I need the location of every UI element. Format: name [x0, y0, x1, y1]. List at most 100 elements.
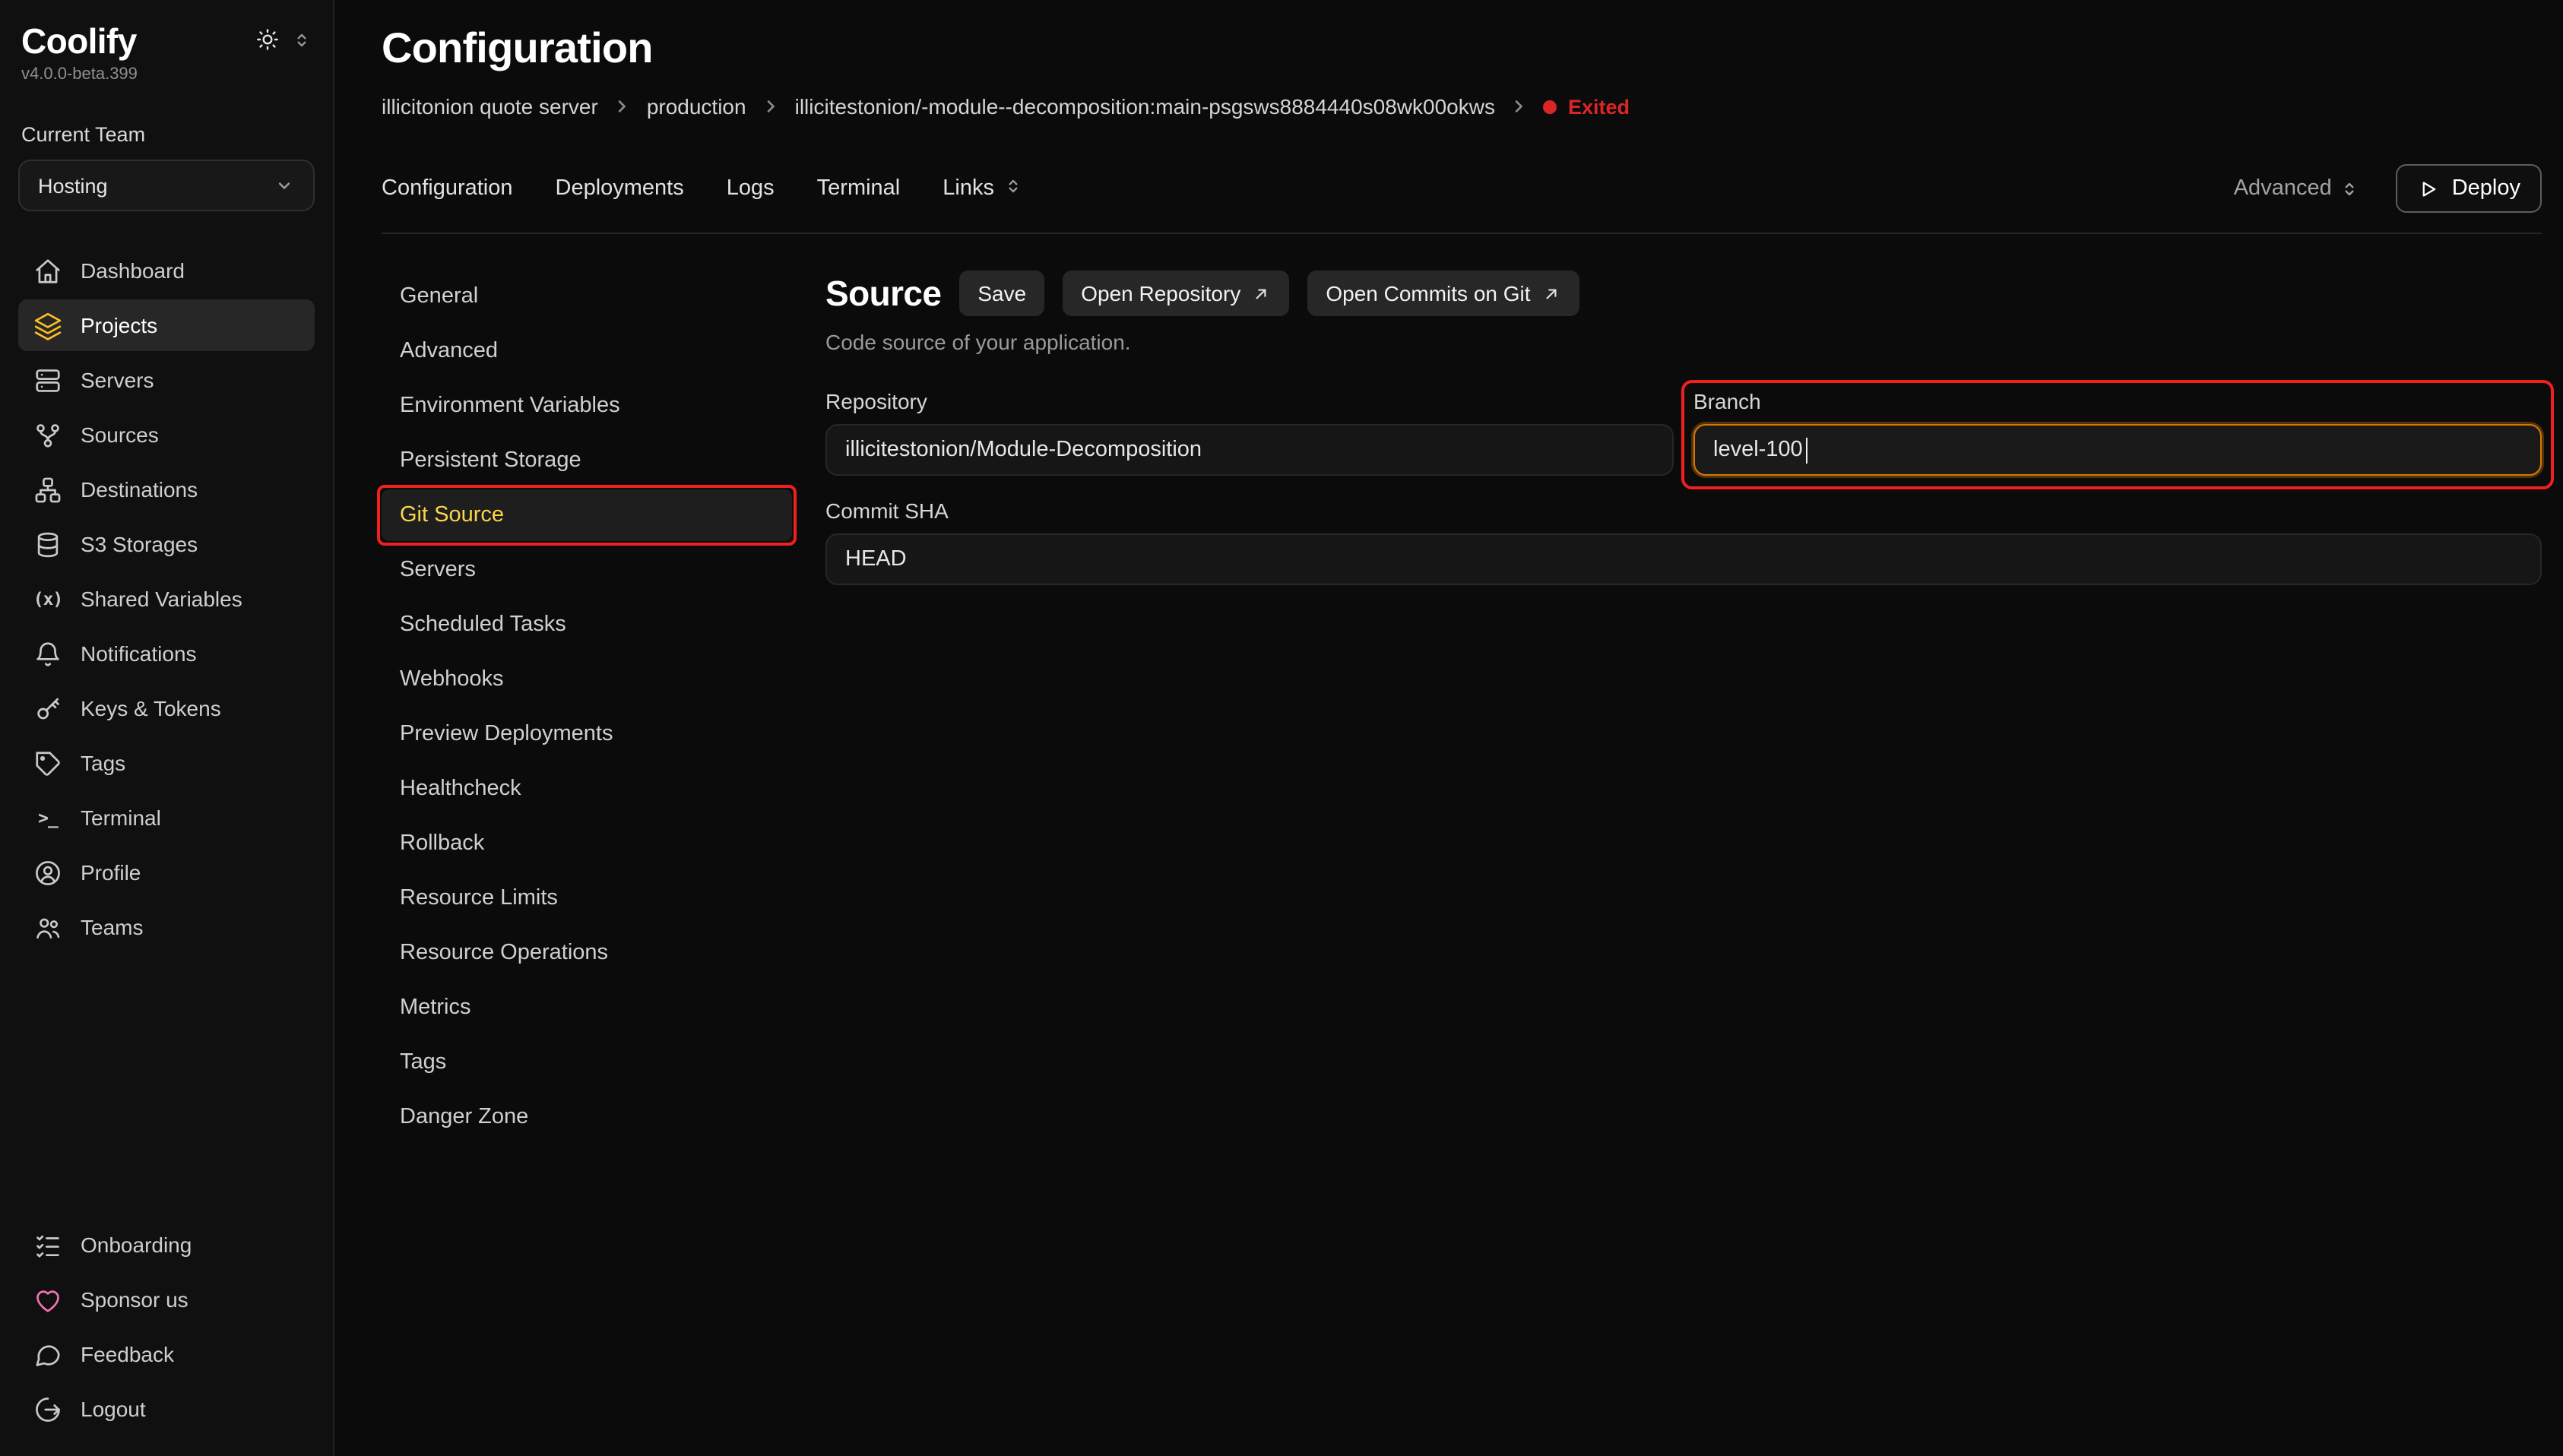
open-repository-button[interactable]: Open Repository — [1063, 271, 1289, 316]
subnav-item-general[interactable]: General — [382, 271, 792, 322]
subnav-item-tags[interactable]: Tags — [382, 1037, 792, 1088]
tabs-divider — [382, 233, 2542, 234]
subnav-item-advanced[interactable]: Advanced — [382, 325, 792, 377]
subnav-item-git-source[interactable]: Git Source — [382, 489, 792, 541]
sidebar-item-label: Terminal — [81, 806, 161, 830]
breadcrumb-environment[interactable]: production — [647, 94, 746, 119]
sidebar-item-label: Tags — [81, 751, 125, 775]
sidebar-item-label: Shared Variables — [81, 587, 242, 611]
sidebar-item-profile[interactable]: Profile — [18, 847, 315, 898]
sidebar-item-keys-tokens[interactable]: Keys & Tokens — [18, 682, 315, 734]
layers-icon — [33, 311, 62, 340]
source-form: Repository Branch level-100 Commit SHA — [825, 389, 2542, 585]
current-team-label: Current Team — [21, 123, 312, 146]
chevron-right-icon — [760, 96, 781, 117]
sidebar-item-label: Teams — [81, 915, 143, 939]
tab-links[interactable]: Links — [943, 176, 1023, 201]
subnav-item-environment-variables[interactable]: Environment Variables — [382, 380, 792, 432]
sidebar-item-label: Sponsor us — [81, 1287, 189, 1312]
team-select[interactable]: Hosting — [18, 160, 315, 211]
branch-input-value: level-100 — [1713, 438, 1803, 462]
subnav-item-resource-limits[interactable]: Resource Limits — [382, 872, 792, 924]
bell-icon — [33, 639, 62, 668]
subnav-item-servers[interactable]: Servers — [382, 544, 792, 596]
status-dot — [1544, 100, 1557, 113]
open-commits-button[interactable]: Open Commits on Git — [1307, 271, 1579, 316]
advanced-toggle[interactable]: Advanced — [2234, 176, 2359, 201]
external-link-icon — [1251, 283, 1271, 303]
branch-input[interactable]: level-100 — [1693, 424, 2542, 476]
sidebar-item-shared-variables[interactable]: (x) Shared Variables — [18, 573, 315, 625]
subnav-item-resource-operations[interactable]: Resource Operations — [382, 927, 792, 979]
sidebar-item-servers[interactable]: Servers — [18, 354, 315, 406]
team-select-value: Hosting — [38, 174, 108, 197]
sidebar-item-label: Sources — [81, 423, 159, 447]
deploy-button[interactable]: Deploy — [2396, 164, 2542, 213]
sidebar-item-label: Destinations — [81, 477, 198, 502]
external-link-icon — [1541, 283, 1561, 303]
sidebar-item-label: Profile — [81, 860, 141, 885]
commit-sha-field: Commit SHA — [825, 499, 2542, 585]
breadcrumb: illicitonion quote server production ill… — [382, 94, 2542, 119]
subnav-item-persistent-storage[interactable]: Persistent Storage — [382, 435, 792, 486]
tab-logs[interactable]: Logs — [727, 176, 775, 201]
subnav-item-rollback[interactable]: Rollback — [382, 818, 792, 869]
subnav-item-healthcheck[interactable]: Healthcheck — [382, 763, 792, 815]
subnav-item-preview-deployments[interactable]: Preview Deployments — [382, 708, 792, 760]
variables-icon: (x) — [33, 584, 62, 613]
chevrons-up-down-icon[interactable] — [292, 30, 312, 49]
sidebar-item-sponsor[interactable]: Sponsor us — [18, 1274, 315, 1325]
subnav-item-metrics[interactable]: Metrics — [382, 982, 792, 1033]
sidebar-item-dashboard[interactable]: Dashboard — [18, 245, 315, 296]
chevrons-up-down-icon — [2340, 179, 2359, 198]
sidebar-item-destinations[interactable]: Destinations — [18, 464, 315, 515]
chevron-down-icon — [274, 175, 295, 196]
sidebar-item-tags[interactable]: Tags — [18, 737, 315, 789]
sidebar-item-s3-storages[interactable]: S3 Storages — [18, 518, 315, 570]
sidebar-item-projects[interactable]: Projects — [18, 299, 315, 351]
breadcrumb-resource[interactable]: illicitestonion/-module--decomposition:m… — [795, 94, 1495, 119]
source-section: Source Save Open Repository Open Commits… — [825, 271, 2542, 1146]
app-root: Coolify v4.0.0-beta.399 Current Team Hos… — [0, 0, 2563, 1456]
sidebar-item-label: Dashboard — [81, 258, 185, 283]
sidebar-item-label: Servers — [81, 368, 154, 392]
commit-sha-label: Commit SHA — [825, 499, 2542, 523]
branch-label: Branch — [1693, 389, 2542, 413]
subnav-item-webhooks[interactable]: Webhooks — [382, 654, 792, 705]
subnav-item-danger-zone[interactable]: Danger Zone — [382, 1091, 792, 1143]
tab-terminal[interactable]: Terminal — [817, 176, 901, 201]
tab-configuration[interactable]: Configuration — [382, 176, 513, 201]
save-button[interactable]: Save — [959, 271, 1044, 316]
home-icon — [33, 256, 62, 285]
tab-deployments[interactable]: Deployments — [556, 176, 684, 201]
sidebar-item-label: Feedback — [81, 1342, 174, 1366]
theme-sun-icon[interactable] — [255, 27, 280, 52]
sidebar-item-label: Onboarding — [81, 1233, 192, 1257]
sidebar-item-label: Notifications — [81, 641, 197, 666]
sidebar-item-feedback[interactable]: Feedback — [18, 1328, 315, 1380]
sidebar: Coolify v4.0.0-beta.399 Current Team Hos… — [0, 0, 334, 1456]
git-icon — [33, 420, 62, 449]
sidebar-item-notifications[interactable]: Notifications — [18, 628, 315, 679]
chevron-right-icon — [1509, 96, 1530, 117]
play-icon — [2417, 177, 2440, 200]
section-title: Source — [825, 273, 941, 314]
sidebar-item-sources[interactable]: Sources — [18, 409, 315, 461]
sidebar-item-logout[interactable]: Logout — [18, 1383, 315, 1435]
commit-sha-input[interactable] — [825, 533, 2542, 585]
checklist-icon — [33, 1230, 62, 1259]
subnav-item-scheduled-tasks[interactable]: Scheduled Tasks — [382, 599, 792, 650]
sidebar-item-terminal[interactable]: >_ Terminal — [18, 792, 315, 844]
breadcrumb-project[interactable]: illicitonion quote server — [382, 94, 598, 119]
sidebar-item-teams[interactable]: Teams — [18, 901, 315, 953]
heart-icon — [33, 1285, 62, 1314]
chat-icon — [33, 1340, 62, 1369]
sidebar-item-label: Projects — [81, 313, 157, 337]
config-subnav: General Advanced Environment Variables P… — [382, 271, 792, 1146]
repository-field: Repository — [825, 389, 1674, 476]
branch-field: Branch level-100 — [1693, 389, 2542, 476]
sidebar-item-onboarding[interactable]: Onboarding — [18, 1219, 315, 1271]
users-icon — [33, 913, 62, 942]
app-logo: Coolify — [21, 21, 137, 62]
repository-input[interactable] — [825, 424, 1674, 476]
